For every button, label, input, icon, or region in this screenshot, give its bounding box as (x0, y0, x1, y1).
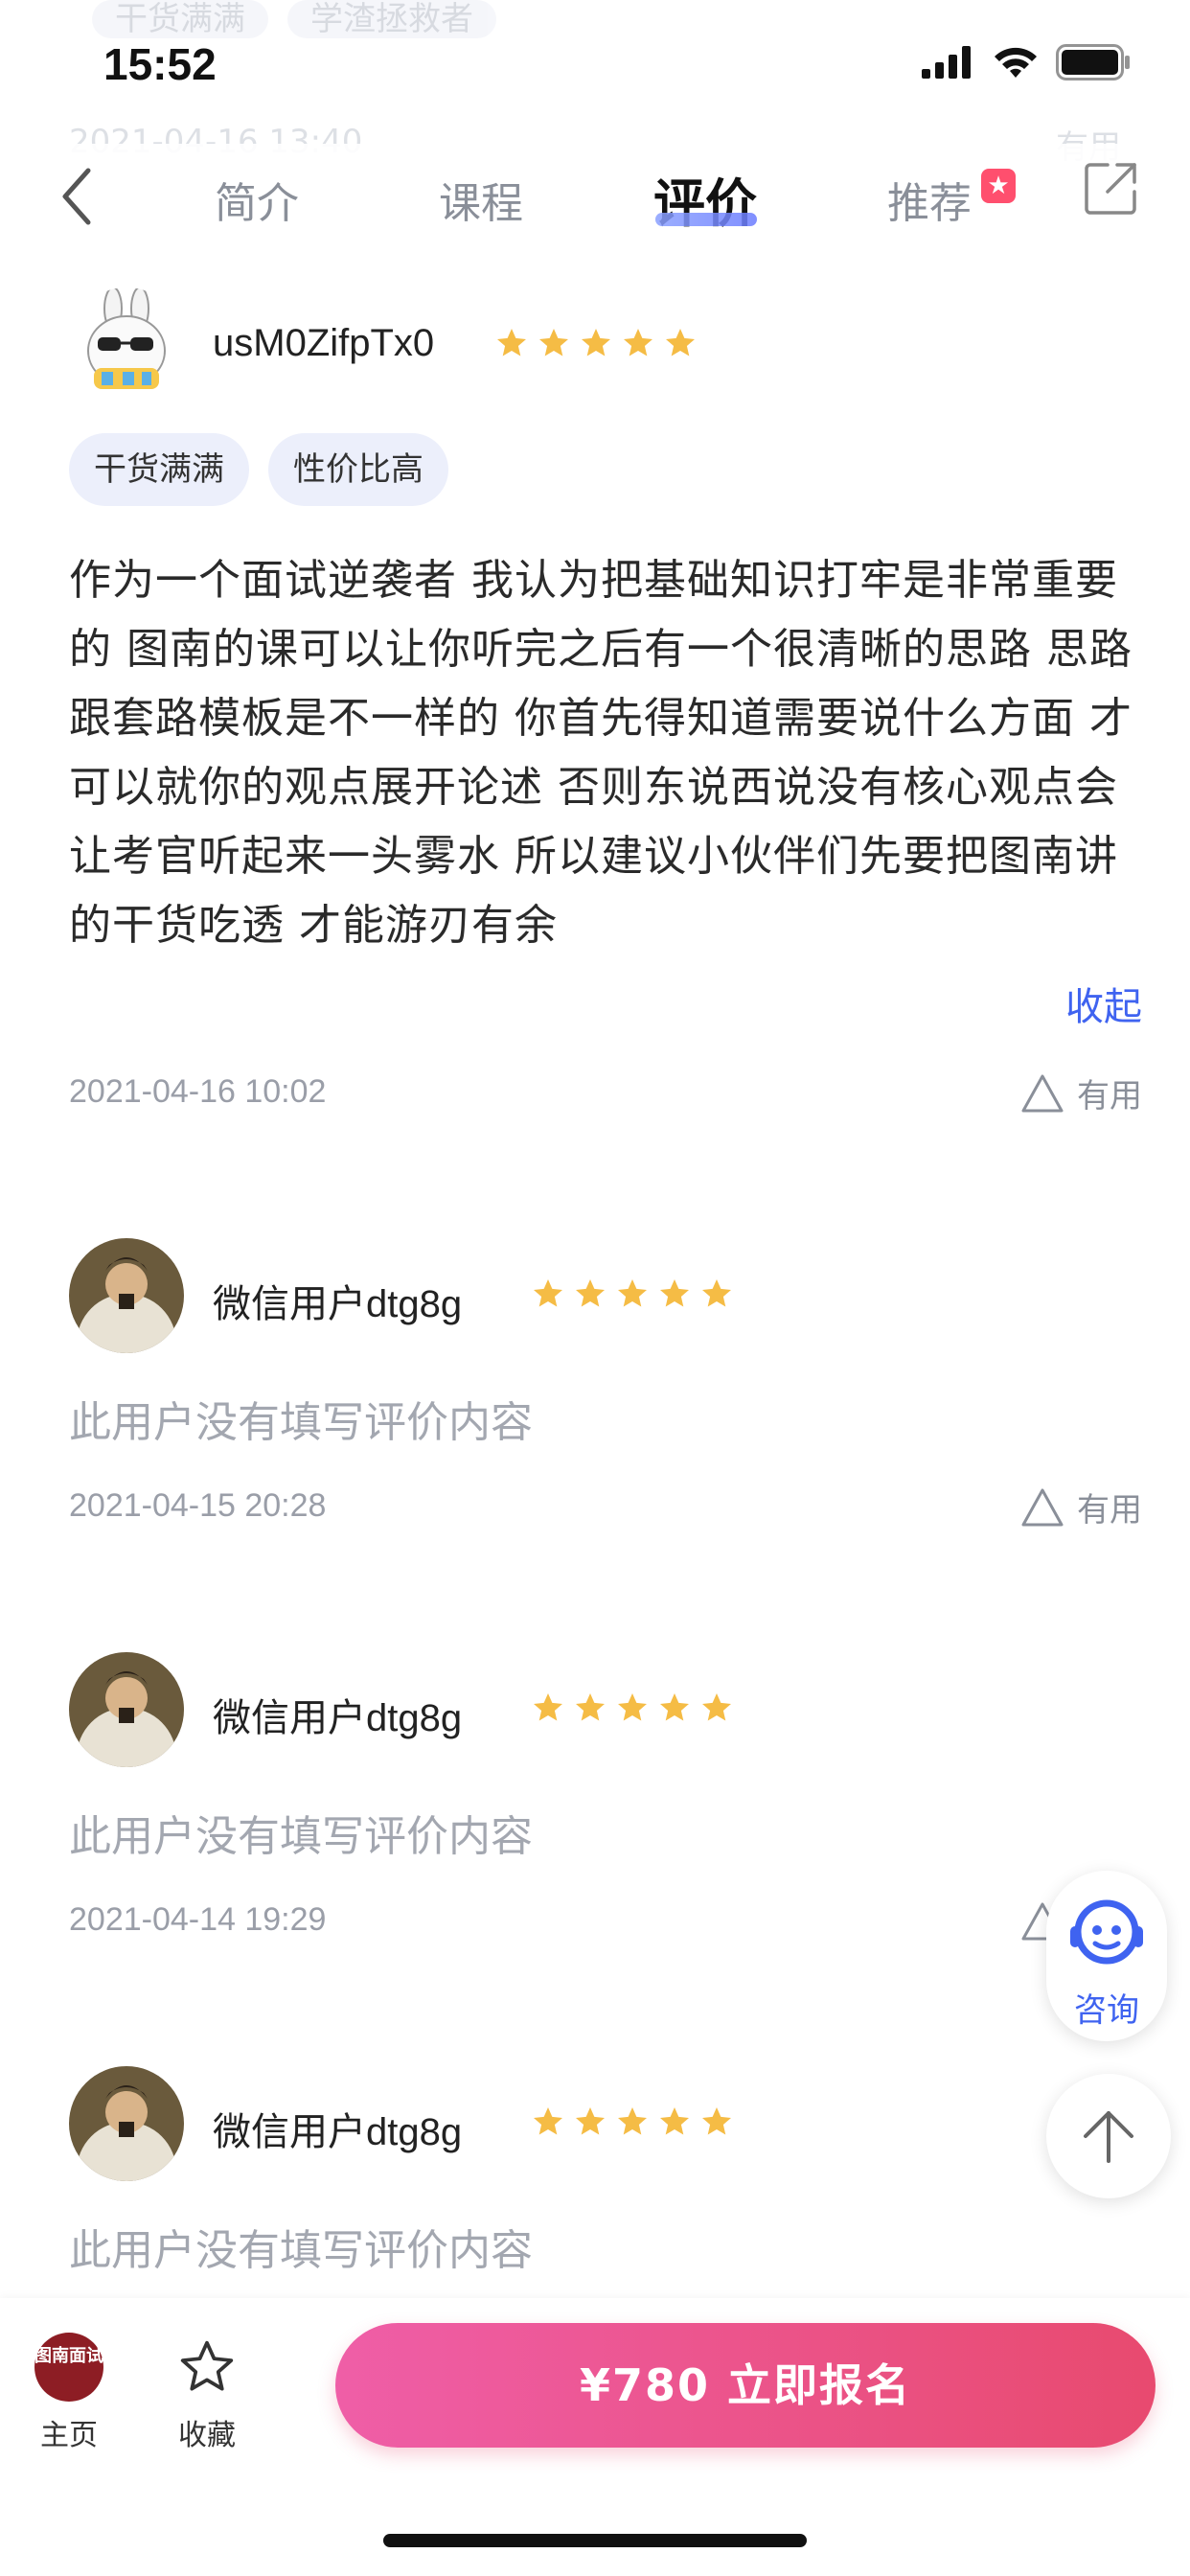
recommend-badge-icon: ★ (981, 169, 1016, 203)
home-logo-icon[interactable]: 图南面试 (34, 2333, 103, 2402)
status-bar: 15:52 (0, 0, 1190, 126)
useful-button[interactable]: 有用 (1019, 1070, 1142, 1116)
back-to-top-button[interactable] (1046, 2074, 1171, 2198)
logo-text: 图南面试 (34, 2346, 103, 2366)
star-icon (576, 1693, 605, 1721)
review-text: 此用户没有填写评价内容 (69, 1812, 533, 1861)
enroll-button[interactable]: ¥780 立即报名 (335, 2323, 1156, 2448)
review-username: 微信用户dtg8g (213, 2111, 463, 2153)
star-icon (618, 2107, 647, 2135)
review-date: 2021-04-15 20:28 (69, 1487, 327, 1524)
review-tag: 性价比高 (268, 433, 448, 506)
star-icon (576, 1279, 605, 1307)
star-outline-icon[interactable] (176, 2336, 238, 2398)
rating-stars (531, 1690, 734, 1725)
review-date: 2021-04-14 19:29 (69, 1901, 327, 1938)
star-icon (618, 1693, 647, 1721)
star-icon (618, 1279, 647, 1307)
useful-label: 有用 (1077, 1491, 1142, 1530)
wifi-icon (995, 47, 1037, 78)
review-text: 此用户没有填写评价内容 (69, 1398, 533, 1447)
triangle-icon (1021, 1074, 1064, 1112)
avatar[interactable] (69, 1652, 184, 1767)
portrait-avatar-icon (69, 1238, 184, 1353)
star-icon (702, 1693, 731, 1721)
star-icon (666, 329, 695, 356)
star-icon (702, 1279, 731, 1307)
rating-stars (531, 2104, 734, 2139)
star-icon (582, 329, 610, 356)
review-username: 微信用户dtg8g (213, 1283, 463, 1325)
battery-icon (1056, 44, 1130, 80)
portrait-avatar-icon (69, 2066, 184, 2181)
review-text: 作为一个面试逆袭者 我认为把基础知识打牢是非常重要的 图南的课可以让你听完之后有… (69, 556, 1133, 950)
useful-label: 有用 (1077, 1077, 1142, 1116)
rating-stars (494, 326, 698, 360)
star-icon (660, 2107, 689, 2135)
star-icon (702, 2107, 731, 2135)
arrow-up-icon (1084, 2111, 1133, 2163)
tab-intro[interactable]: 简介 (215, 169, 299, 230)
customer-service-icon (1070, 1899, 1143, 1965)
star-icon (497, 329, 526, 356)
triangle-icon (1021, 1488, 1064, 1526)
back-icon[interactable] (52, 163, 109, 230)
avatar[interactable] (69, 288, 184, 402)
review-username: usM0ZifpTx0 (213, 322, 435, 364)
rating-stars (531, 1276, 734, 1311)
share-icon[interactable] (1083, 159, 1140, 217)
portrait-avatar-icon (69, 1652, 184, 1767)
consult-label: 咨询 (1074, 1991, 1139, 2030)
collapse-link[interactable]: 收起 (1065, 976, 1142, 1031)
tab-course[interactable]: 课程 (439, 169, 523, 230)
tab-recommend[interactable]: 推荐 (887, 169, 972, 230)
bunny-avatar-icon (87, 288, 166, 389)
star-icon (660, 1279, 689, 1307)
status-time: 15:52 (103, 39, 217, 89)
favorite-label[interactable]: 收藏 (169, 2411, 245, 2453)
signal-icon (922, 46, 971, 79)
review-tag: 干货满满 (69, 433, 249, 506)
star-icon (576, 2107, 605, 2135)
reviews-list[interactable]: usM0ZifpTx0 干货满满 性价比高 作为一个面试逆袭者 我认为把基础知识… (23, 259, 1167, 2298)
star-icon (534, 2107, 562, 2135)
review-tags: 干货满满 性价比高 (69, 433, 448, 506)
star-icon (534, 1693, 562, 1721)
status-icons (922, 44, 1133, 80)
active-tab-indicator (655, 213, 757, 226)
home-indicator (383, 2534, 807, 2547)
star-icon (539, 329, 568, 356)
avatar[interactable] (69, 1238, 184, 1353)
review-text: 此用户没有填写评价内容 (69, 2226, 533, 2275)
review-date: 2021-04-16 10:02 (69, 1073, 327, 1110)
star-icon (660, 1693, 689, 1721)
star-icon (534, 1279, 562, 1307)
home-label[interactable]: 主页 (34, 2411, 103, 2453)
useful-button[interactable]: 有用 (1019, 1484, 1142, 1530)
avatar[interactable] (69, 2066, 184, 2181)
star-icon (624, 329, 652, 356)
consult-button[interactable]: 咨询 (1046, 1871, 1167, 2041)
review-username: 微信用户dtg8g (213, 1697, 463, 1739)
